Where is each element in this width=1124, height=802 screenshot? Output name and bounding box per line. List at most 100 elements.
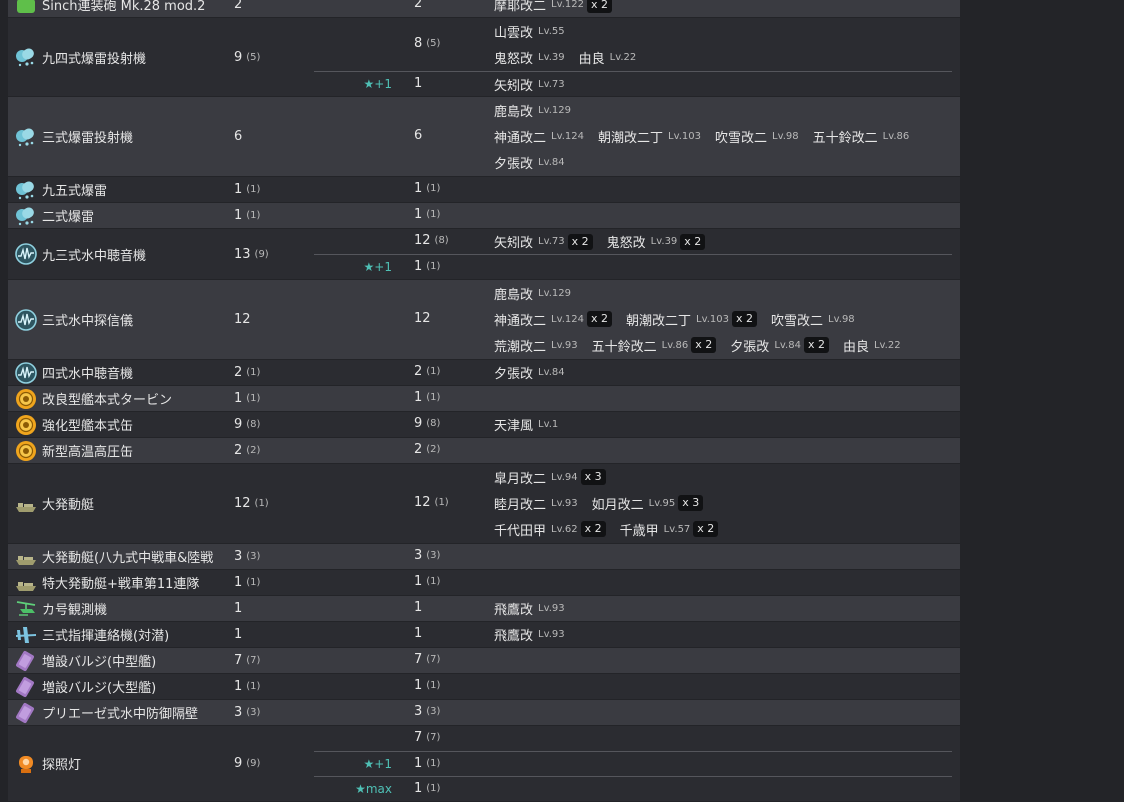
- improvement-group: 1 (1): [314, 386, 952, 411]
- ship-entry[interactable]: 朝潮改二丁 Lv.103: [598, 127, 701, 146]
- equipment-name: 四式水中聴音機: [42, 367, 134, 382]
- ship-entry[interactable]: 鬼怒改 Lv.39: [494, 48, 565, 67]
- ship-entry[interactable]: 千代田甲 Lv.62 x 2: [494, 520, 606, 539]
- ship-holder-line: [494, 752, 952, 777]
- equipment-row[interactable]: 強化型艦本式缶 9 (8) 9 (8) 天津風 Lv.1: [8, 412, 960, 437]
- equipment-row[interactable]: 増設バルジ(中型艦) 7 (7) 7 (7): [8, 648, 960, 673]
- equipment-row[interactable]: 増設バルジ(大型艦) 1 (1) 1 (1): [8, 674, 960, 699]
- equipment-name: 新型高温高圧缶: [42, 445, 134, 460]
- improvement-group: 9 (8) 天津風 Lv.1: [314, 412, 952, 437]
- improvement-level: ★+1: [363, 259, 392, 274]
- total-count: 1: [234, 601, 243, 616]
- ship-name: 朝潮改二丁: [598, 130, 664, 146]
- equipment-row[interactable]: Sinch連装砲 Mk.28 mod.2 2 2 摩耶改二 Lv.122 x 2: [8, 0, 960, 17]
- equipment-name-cell: カ号観測機: [14, 596, 107, 621]
- ship-entry[interactable]: 五十鈴改二 Lv.86 x 2: [592, 336, 717, 355]
- total-count: 3: [234, 549, 243, 564]
- equip-multiplier-badge: x 2: [580, 521, 606, 537]
- ship-entry[interactable]: 朝潮改二丁 Lv.103 x 2: [626, 310, 758, 329]
- ship-holder-line: [494, 203, 952, 228]
- total-unlocked-count: (1): [254, 498, 269, 509]
- equipment-row[interactable]: 三式爆雷投射機 6 6 鹿島改 Lv.129 神通改二 Lv.124 朝潮改二丁 Lv.103 吹…: [8, 97, 960, 176]
- improvement-group: 2 摩耶改二 Lv.122 x 2: [314, 0, 952, 17]
- ship-name: 吹雪改二: [771, 313, 824, 329]
- equipment-row[interactable]: 九四式爆雷投射機 9 (5) 8 (5) 山雲改 Lv.55 鬼怒改 Lv.39 由良 Lv.22 ★…: [8, 18, 960, 96]
- improvement-groups: 2 (1) 夕張改 Lv.84: [314, 360, 952, 385]
- ship-entry[interactable]: 由良 Lv.22: [579, 48, 637, 67]
- equipment-row[interactable]: 大発動艇(八九式中戦車&陸戦 3 (3) 3 (3): [8, 544, 960, 569]
- ship-name: 五十鈴改二: [812, 130, 878, 146]
- equipment-row[interactable]: プリエーゼ式水中防御隔壁 3 (3) 3 (3): [8, 700, 960, 725]
- ship-name: 矢矧改: [494, 236, 534, 251]
- group-count: 12 (8): [414, 233, 449, 248]
- ship-name: 如月改二: [591, 497, 644, 513]
- equipment-row[interactable]: 新型高温高圧缶 2 (2) 2 (2): [8, 438, 960, 463]
- ship-entry[interactable]: 夕張改 Lv.84: [494, 363, 565, 382]
- ship-level: Lv.94: [551, 471, 578, 483]
- ship-entry[interactable]: 飛鷹改 Lv.93: [494, 625, 565, 644]
- ship-entry[interactable]: 五十鈴改二 Lv.86: [813, 127, 910, 146]
- improvement-group: 2 (2): [314, 438, 952, 463]
- improvement-group: 3 (3): [314, 700, 952, 725]
- equipment-row[interactable]: カ号観測機 1 1 飛鷹改 Lv.93: [8, 596, 960, 621]
- equipment-row[interactable]: 四式水中聴音機 2 (1) 2 (1) 夕張改 Lv.84: [8, 360, 960, 385]
- equipment-row[interactable]: 三式水中探信儀 12 12 鹿島改 Lv.129 神通改二 Lv.124 x 2 朝潮改二丁 Lv…: [8, 280, 960, 359]
- total-count: 2: [234, 443, 243, 458]
- ship-entry[interactable]: 睦月改二 Lv.93: [494, 494, 578, 513]
- ship-entry[interactable]: 神通改二 Lv.124: [494, 127, 584, 146]
- group-count: 3 (3): [414, 704, 440, 719]
- ship-entry[interactable]: 吹雪改二 Lv.98: [715, 127, 799, 146]
- ship-holder-line: [494, 177, 952, 202]
- group-unlocked-count: (1): [426, 782, 441, 794]
- ship-entry[interactable]: 鬼怒改 Lv.39 x 2: [607, 232, 706, 251]
- improvement-group: 12 (8) 矢矧改 Lv.73 x 2 鬼怒改 Lv.39 x 2: [314, 229, 952, 254]
- ship-entry[interactable]: 夕張改 Lv.84: [494, 153, 565, 172]
- ship-entry[interactable]: 夕張改 Lv.84 x 2: [730, 336, 829, 355]
- improvement-groups: 1 (1): [314, 203, 952, 228]
- ship-entry[interactable]: 山雲改 Lv.55: [494, 22, 565, 41]
- ship-entry[interactable]: 飛鷹改 Lv.93: [494, 599, 565, 618]
- ship-entry[interactable]: 皐月改二 Lv.94 x 3: [494, 468, 606, 487]
- ship-level: Lv.98: [828, 313, 855, 325]
- ship-entry[interactable]: 摩耶改二 Lv.122 x 2: [494, 0, 613, 14]
- group-count: 12 (1): [414, 495, 449, 510]
- equipment-row[interactable]: 九五式爆雷 1 (1) 1 (1): [8, 177, 960, 202]
- ship-entry[interactable]: 荒潮改二 Lv.93: [494, 336, 578, 355]
- ship-entry[interactable]: 由良 Lv.22: [843, 336, 901, 355]
- improvement-groups: 7 (7) ★+1 1 (1) ★max 1 (1): [314, 726, 952, 801]
- ship-entry[interactable]: 鹿島改 Lv.129: [494, 284, 571, 303]
- ship-level: Lv.129: [538, 104, 571, 116]
- ship-holder-list: [494, 177, 952, 202]
- autogyro-icon: [14, 597, 38, 621]
- equipment-name: プリエーゼ式水中防御隔壁: [42, 707, 199, 722]
- ship-entry[interactable]: 矢矧改 Lv.73: [494, 75, 565, 94]
- total-count: 1: [234, 391, 243, 406]
- ship-entry[interactable]: 如月改二 Lv.95 x 3: [592, 494, 704, 513]
- ship-name: 五十鈴改二: [591, 339, 657, 355]
- group-count-value: 1: [414, 780, 423, 796]
- ship-entry[interactable]: 鹿島改 Lv.129: [494, 101, 571, 120]
- group-unlocked-count: (7): [426, 731, 441, 743]
- ship-entry[interactable]: 千歳甲 Lv.57 x 2: [620, 520, 719, 539]
- bulge-icon: [14, 649, 38, 673]
- ship-entry[interactable]: 吹雪改二 Lv.98: [771, 310, 855, 329]
- total-unlocked-count: (9): [246, 758, 261, 769]
- equipment-row[interactable]: 特大発動艇+戦車第11連隊 1 (1) 1 (1): [8, 570, 960, 595]
- equipment-row[interactable]: 改良型艦本式タービン 1 (1) 1 (1): [8, 386, 960, 411]
- group-count-value: 1: [414, 625, 423, 641]
- ship-entry[interactable]: 矢矧改 Lv.73 x 2: [494, 232, 593, 251]
- equipment-row[interactable]: 二式爆雷 1 (1) 1 (1): [8, 203, 960, 228]
- equipment-row[interactable]: 九三式水中聴音機 13 (9) 12 (8) 矢矧改 Lv.73 x 2 鬼怒改 Lv.39 x 2…: [8, 229, 960, 279]
- total-count-cell: 3 (3): [234, 700, 260, 725]
- ship-holder-list: [494, 777, 952, 802]
- equipment-row[interactable]: 大発動艇 12 (1) 12 (1) 皐月改二 Lv.94 x 3 睦月改二 Lv.93 如月改二 L…: [8, 464, 960, 543]
- equipment-row[interactable]: 三式指揮連絡機(対潜) 1 1 飛鷹改 Lv.93: [8, 622, 960, 647]
- ship-level: Lv.122: [551, 0, 584, 10]
- group-count: 12: [414, 311, 431, 326]
- ship-entry[interactable]: 神通改二 Lv.124 x 2: [494, 310, 613, 329]
- group-unlocked-count: (1): [426, 208, 441, 220]
- ship-entry[interactable]: 天津風 Lv.1: [494, 415, 558, 434]
- depth-charge-icon: [14, 45, 38, 69]
- ship-holder-list: 鹿島改 Lv.129 神通改二 Lv.124 x 2 朝潮改二丁 Lv.103 x 2 吹雪改二…: [494, 280, 952, 359]
- equipment-row[interactable]: 探照灯 9 (9) 7 (7) ★+1 1 (1) ★max 1 (1): [8, 726, 960, 801]
